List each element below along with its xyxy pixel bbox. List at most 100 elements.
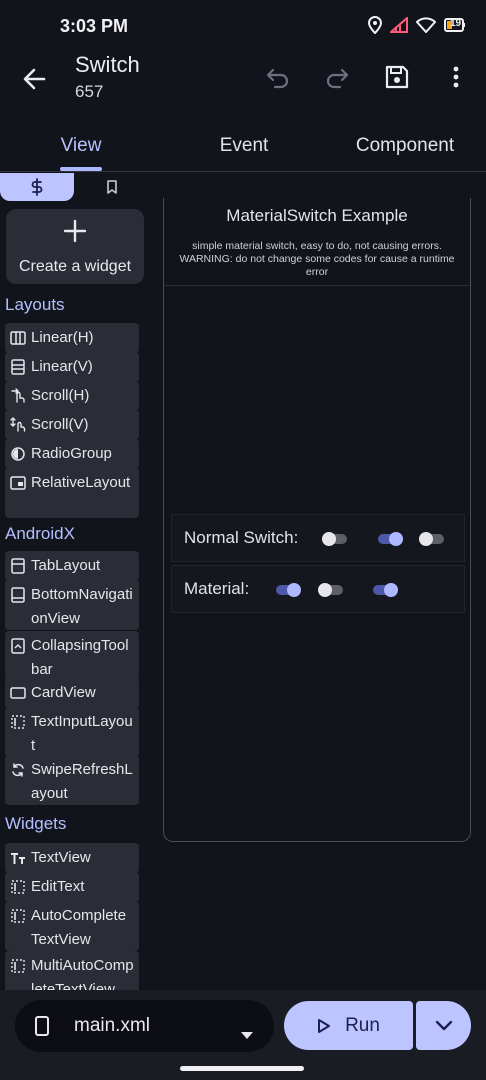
wifi-icon (416, 17, 436, 33)
undo-button[interactable] (263, 62, 293, 92)
preview-description-line2: WARNING: do not change some codes for ca… (179, 253, 455, 278)
multi-autocomplete-icon (9, 954, 27, 978)
palette-item-label: TextView (31, 849, 91, 866)
palette-item-linear-v[interactable]: Linear(V) (5, 352, 139, 382)
section-layouts: Layouts (5, 295, 65, 314)
run-button[interactable]: Run (284, 1001, 413, 1050)
bottom-nav-icon (9, 583, 27, 607)
page-title: Switch (75, 52, 140, 77)
palette-item-label: TabLayout (31, 557, 101, 574)
palette-item-swiperefreshlayout[interactable]: SwipeRefreshLayout (5, 755, 139, 805)
swipe-horizontal-icon (9, 384, 27, 408)
palette-item-label: Scroll(V) (31, 416, 89, 433)
save-button[interactable] (382, 62, 412, 92)
dollar-icon (31, 178, 43, 196)
palette-item-label: AutoCompleteTextView (31, 907, 127, 948)
palette-item-label: RelativeLayout (31, 474, 131, 491)
more-options-button[interactable] (441, 62, 471, 92)
plus-icon (63, 219, 87, 243)
palette-item-cardview[interactable]: CardView (5, 678, 139, 708)
material-switch-2[interactable] (317, 580, 347, 600)
palette-item-tablayout[interactable]: TabLayout (5, 551, 139, 581)
status-bar: 3:03 PM 19 (0, 0, 486, 52)
undo-icon (266, 68, 289, 89)
widget-palette: Layouts Linear(H) Linear(V) Scroll(H) Sc… (5, 292, 145, 990)
palette-item-linear-h[interactable]: Linear(H) (5, 323, 139, 353)
file-name: main.xml (74, 1015, 151, 1036)
file-selector[interactable]: main.xml (15, 1000, 274, 1052)
palette-item-label: Linear(H) (31, 329, 94, 346)
battery-level: 19 (450, 18, 462, 29)
preview-title: MaterialSwitch Example (226, 206, 408, 225)
create-widget-button[interactable]: Create a widget (6, 209, 144, 284)
palette-item-label: CollapsingToolbar (31, 637, 129, 678)
home-indicator[interactable] (180, 1066, 304, 1071)
palette-item-label: Scroll(H) (31, 387, 90, 404)
file-icon (35, 1016, 49, 1042)
card-icon (9, 681, 27, 705)
location-icon (368, 16, 382, 34)
tab-view[interactable]: View (40, 120, 122, 172)
swipe-vertical-icon (9, 413, 27, 437)
normal-switch-2[interactable] (376, 529, 406, 549)
signal-icon (390, 17, 408, 33)
dropdown-arrow-icon (241, 1023, 253, 1045)
preview-header[interactable]: MaterialSwitch Example simple material s… (164, 198, 470, 286)
normal-switch-label: Normal Switch: (184, 528, 299, 547)
palette-item-label: SwipeRefreshLayout (31, 761, 133, 802)
run-options-button[interactable] (416, 1001, 471, 1050)
arrow-back-icon (23, 68, 46, 90)
palette-item-bottomnavigationview[interactable]: BottomNavigationView (5, 580, 139, 630)
section-androidx: AndroidX (5, 524, 75, 543)
preview-description-line1: simple material switch, easy to do, not … (192, 240, 442, 252)
palette-tabs (0, 173, 150, 201)
tab-component[interactable]: Component (340, 120, 470, 172)
palette-item-relativelayout[interactable]: RelativeLayout (5, 468, 139, 518)
bookmark-icon (107, 180, 117, 194)
palette-item-multiautocompletetextview[interactable]: MultiAutoCompleteTextView (5, 951, 139, 990)
palette-tab-favorites[interactable] (74, 173, 150, 201)
project-id: 657 (75, 82, 104, 101)
palette-item-label: BottomNavigationView (31, 586, 133, 627)
battery-icon: 19 (444, 17, 466, 33)
palette-item-label: EditText (31, 878, 85, 895)
rows-icon (9, 355, 27, 379)
back-button[interactable] (18, 62, 52, 96)
text-input-icon (9, 710, 27, 734)
palette-item-textinputlayout[interactable]: TextInputLayout (5, 707, 139, 757)
editor-tabs: View Event Component (0, 120, 486, 172)
tab-event[interactable]: Event (203, 120, 285, 172)
redo-icon (326, 68, 349, 89)
layout-preview[interactable]: MaterialSwitch Example simple material s… (163, 198, 471, 842)
palette-item-label: RadioGroup (31, 445, 112, 462)
preview-description: simple material switch, easy to do, not … (174, 240, 460, 279)
normal-switch-1[interactable] (321, 529, 351, 549)
play-icon (318, 1018, 331, 1033)
text-size-icon (9, 846, 27, 870)
palette-item-label: TextInputLayout (31, 713, 133, 754)
columns-icon (9, 326, 27, 350)
palette-item-autocompletetextview[interactable]: AutoCompleteTextView (5, 901, 139, 951)
edit-text-icon (9, 875, 27, 899)
chevron-down-icon (435, 1020, 452, 1030)
normal-switch-3[interactable] (418, 529, 448, 549)
save-icon (385, 65, 409, 89)
collapsing-toolbar-icon (9, 634, 27, 658)
relative-layout-icon (9, 471, 27, 495)
material-switch-3[interactable] (371, 580, 401, 600)
palette-item-collapsingtoolbar[interactable]: CollapsingToolbar (5, 631, 139, 681)
palette-item-label: CardView (31, 684, 96, 701)
palette-item-edittext[interactable]: EditText (5, 872, 139, 902)
material-switch-1[interactable] (274, 580, 304, 600)
radio-icon (9, 442, 27, 466)
palette-item-radiogroup[interactable]: RadioGroup (5, 439, 139, 469)
redo-button[interactable] (322, 62, 352, 92)
palette-tab-widgets[interactable] (0, 173, 74, 201)
palette-item-textview[interactable]: TextView (5, 843, 139, 873)
autocomplete-icon (9, 904, 27, 928)
palette-item-scroll-h[interactable]: Scroll(H) (5, 381, 139, 411)
palette-item-label: MultiAutoCompleteTextView (31, 957, 134, 990)
material-switch-row[interactable]: Material: (171, 565, 465, 613)
palette-item-scroll-v[interactable]: Scroll(V) (5, 410, 139, 440)
normal-switch-row[interactable]: Normal Switch: (171, 514, 465, 562)
